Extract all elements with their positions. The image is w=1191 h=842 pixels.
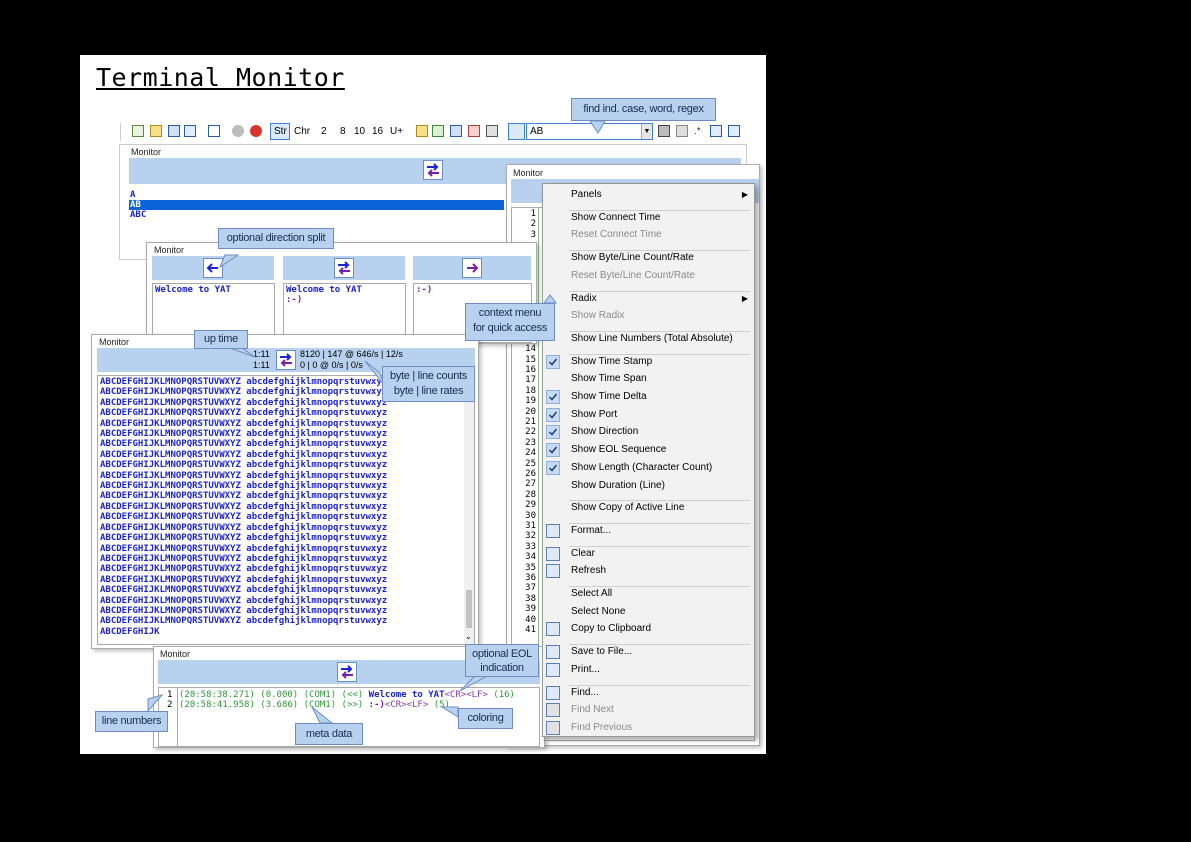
callout-pointers [147,120,606,724]
pointer-direction [218,254,240,269]
pointer-context [543,294,557,304]
pointer-coloring [440,706,459,718]
pointer-line-numbers [147,694,164,713]
callout-line-numbers: line numbers [95,711,168,732]
pointer-meta [311,706,334,724]
callout-context-menu: context menu for quick access [465,303,555,341]
callout-meta-data: meta data [295,723,363,745]
callout-up-time: up time [194,330,248,349]
page: Terminal Monitor Str Chr 2 8 10 16 U+ AB… [80,55,766,754]
callout-counts: byte | line counts byte | line rates [382,366,475,402]
callout-direction-split: optional direction split [218,228,334,249]
pointer-eol [459,675,489,692]
pointer-uptime [229,347,256,358]
pointer-find [589,120,606,134]
callout-find: find ind. case, word, regex [571,98,716,121]
callout-eol: optional EOL indication [465,644,539,677]
callout-coloring: coloring [458,708,513,729]
